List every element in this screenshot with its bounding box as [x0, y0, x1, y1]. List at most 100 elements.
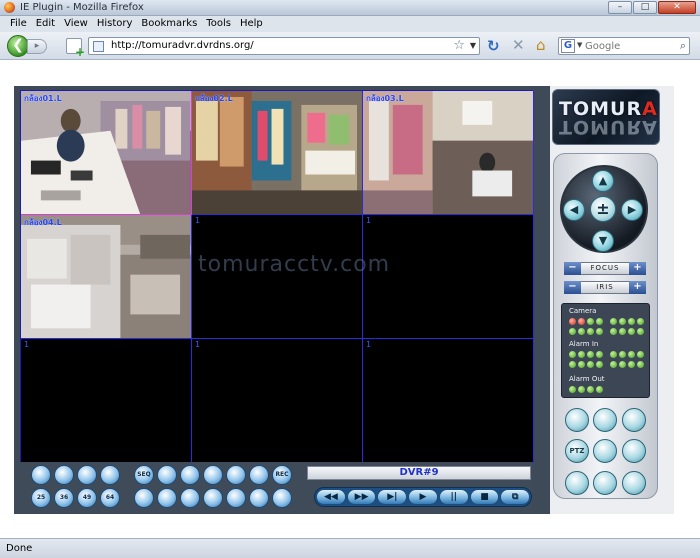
- sequence-button[interactable]: SEQ: [134, 465, 154, 485]
- layout-1x1-button[interactable]: [31, 465, 51, 485]
- blank-button[interactable]: [226, 488, 246, 508]
- maximize-button[interactable]: □: [633, 1, 657, 14]
- rewind-button[interactable]: ◀◀: [316, 489, 346, 505]
- pause-button[interactable]: ||: [438, 489, 469, 505]
- blank-button[interactable]: [249, 488, 269, 508]
- ptz-up-button[interactable]: ▲: [592, 170, 614, 192]
- stop-icon[interactable]: ✕: [512, 38, 525, 53]
- camera-indicator: [569, 318, 576, 325]
- camera-cell[interactable]: 1: [192, 339, 363, 463]
- search-engine-dropdown-icon[interactable]: ▼: [577, 41, 582, 49]
- settings-button[interactable]: [622, 439, 646, 463]
- camera-feed: [21, 215, 191, 338]
- minimize-button[interactable]: –: [608, 1, 632, 14]
- camera-cell[interactable]: 1: [363, 215, 534, 339]
- address-bar[interactable]: http://tomuradvr.dvrdns.org/ ☆ ▼: [88, 37, 480, 55]
- search-icon[interactable]: ⌕: [680, 39, 686, 53]
- record-button[interactable]: REC: [272, 465, 292, 485]
- focus-plus-button[interactable]: +: [629, 262, 646, 275]
- ptz-down-button[interactable]: ▼: [592, 230, 614, 252]
- menu-help[interactable]: Help: [236, 16, 268, 32]
- camera-label: กล้อง01.L: [24, 94, 62, 103]
- layout-25-button[interactable]: 25: [31, 488, 51, 508]
- ptz-left-button[interactable]: ◀: [563, 199, 585, 221]
- camera-label: กล้อง02.L: [195, 94, 233, 103]
- alarm-in-indicator: [628, 351, 635, 358]
- new-tab-icon[interactable]: [66, 38, 85, 59]
- layout-36-button[interactable]: 36: [54, 488, 74, 508]
- stop-button[interactable]: ■: [469, 489, 500, 505]
- alarm-out-indicators: [569, 386, 603, 393]
- search-input[interactable]: [585, 39, 673, 53]
- speaker-button[interactable]: [180, 488, 200, 508]
- camera-indicator: [569, 328, 576, 335]
- camera-cell[interactable]: 1: [363, 339, 534, 463]
- menu-file[interactable]: File: [6, 16, 32, 32]
- firefox-icon: [4, 2, 15, 13]
- iris-plus-button[interactable]: +: [629, 281, 646, 294]
- back-button[interactable]: ❮: [7, 35, 29, 57]
- network-button[interactable]: [622, 408, 646, 432]
- iris-minus-button[interactable]: −: [564, 281, 581, 294]
- focus-minus-button[interactable]: −: [564, 262, 581, 275]
- alarm-in-indicator: [619, 351, 626, 358]
- ptz-button[interactable]: PTZ: [565, 439, 589, 463]
- dvr-name-label: DVR#9: [307, 466, 531, 480]
- menu-view[interactable]: View: [60, 16, 93, 32]
- web-button[interactable]: [622, 471, 646, 495]
- alarm-in-label: Alarm In: [569, 340, 599, 348]
- snapshot-button[interactable]: ⧉: [500, 489, 531, 505]
- disk-button[interactable]: [157, 488, 177, 508]
- menu-edit[interactable]: Edit: [32, 16, 60, 32]
- ptz-zoom-button[interactable]: ±: [590, 196, 616, 222]
- keyboard-button[interactable]: [134, 488, 154, 508]
- home-icon[interactable]: ⌂: [536, 38, 546, 53]
- blank-button[interactable]: [203, 488, 223, 508]
- camera-cell[interactable]: 1: [192, 215, 363, 339]
- reload-icon[interactable]: ↻: [487, 39, 500, 54]
- layout-49-button[interactable]: 49: [77, 488, 97, 508]
- camera-cell[interactable]: กล้อง01.L: [21, 91, 192, 215]
- camera-indicator: [619, 328, 626, 335]
- ptz-right-button[interactable]: ▶: [621, 199, 643, 221]
- config-button[interactable]: [593, 471, 617, 495]
- backup-button[interactable]: [565, 471, 589, 495]
- headphone-button[interactable]: [203, 465, 223, 485]
- layout-2x2-button[interactable]: [54, 465, 74, 485]
- bookmark-star-icon[interactable]: ☆: [453, 38, 465, 53]
- search-engine-icon[interactable]: G: [561, 39, 575, 53]
- clock-button[interactable]: [565, 408, 589, 432]
- camera-cell[interactable]: กล้อง03.L: [363, 91, 534, 215]
- blank-button[interactable]: [272, 488, 292, 508]
- search-box[interactable]: G ▼ ⌕: [558, 37, 690, 55]
- alarm-button[interactable]: [593, 408, 617, 432]
- fps-button[interactable]: [249, 465, 269, 485]
- status-text: Done: [6, 543, 33, 554]
- close-button[interactable]: ✕: [658, 1, 696, 14]
- step-forward-button[interactable]: ▶|: [377, 489, 408, 505]
- forward-button[interactable]: ▸: [27, 39, 47, 54]
- camera-cell[interactable]: กล้อง02.L: [192, 91, 363, 215]
- alarm-in-indicator: [596, 351, 603, 358]
- microphone-button[interactable]: [226, 465, 246, 485]
- play-button[interactable]: ▶: [408, 489, 438, 505]
- window-titlebar: IE Plugin - Mozilla Firefox – □ ✕: [0, 0, 700, 16]
- camera-indicators: [569, 318, 603, 325]
- history-dropdown-icon[interactable]: ▼: [470, 41, 476, 50]
- layout-64-button[interactable]: 64: [100, 488, 120, 508]
- layout-3x3-button[interactable]: [77, 465, 97, 485]
- camera-indicator: [596, 318, 603, 325]
- camera-indicator: [628, 318, 635, 325]
- layout-4x4-button[interactable]: [100, 465, 120, 485]
- menu-history[interactable]: History: [93, 16, 138, 32]
- search-button[interactable]: [593, 439, 617, 463]
- camera-cell[interactable]: กล้อง04.L: [21, 215, 192, 339]
- menu-bookmarks[interactable]: Bookmarks: [137, 16, 202, 32]
- fast-forward-button[interactable]: ▶▶: [346, 489, 377, 505]
- menu-tools[interactable]: Tools: [202, 16, 236, 32]
- camera-cell[interactable]: 1: [21, 339, 192, 463]
- alarm-in-indicator: [637, 361, 644, 368]
- audio-button[interactable]: [180, 465, 200, 485]
- url-text[interactable]: http://tomuradvr.dvrdns.org/: [111, 40, 254, 51]
- capture-button[interactable]: [157, 465, 177, 485]
